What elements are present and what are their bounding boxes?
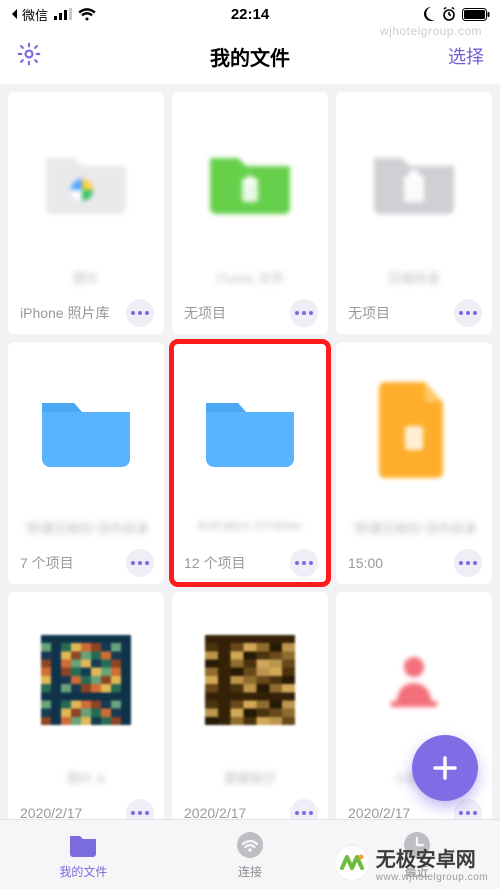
tab-label: 最近 (405, 863, 429, 880)
tile-name: iTunes 文件 (172, 268, 328, 296)
chevron-left-icon (10, 8, 20, 20)
tile-name: 压缩目录 (336, 268, 492, 296)
tile-meta-label: 15:00 (348, 555, 383, 571)
back-app-label: 微信 (22, 5, 48, 24)
file-tile[interactable]: 蒙娜丽莎 2020/2/17 (172, 592, 328, 834)
tab-folder[interactable]: 我的文件 (0, 820, 167, 889)
back-app-indicator[interactable]: 微信 (10, 5, 48, 24)
plus-icon (430, 753, 460, 783)
tile-more-button[interactable] (454, 549, 482, 577)
status-bar: 微信 22:14 (0, 0, 500, 28)
tab-clock[interactable]: 最近 (333, 820, 500, 889)
tile-meta-label: 12 个项目 (184, 553, 245, 573)
tab-bar: 我的文件 连接 最近 (0, 819, 500, 889)
gear-icon (16, 41, 42, 67)
tile-thumbnail (8, 592, 164, 768)
status-time: 22:14 (231, 6, 269, 23)
status-right (422, 7, 490, 21)
tile-meta-row: 无项目 (172, 296, 328, 334)
tile-more-button[interactable] (290, 549, 318, 577)
tile-name: 蒙娜丽莎 (172, 768, 328, 796)
clock-icon (402, 830, 432, 860)
tab-label: 连接 (238, 863, 262, 880)
status-left: 微信 (10, 5, 96, 24)
alarm-icon (442, 7, 456, 21)
tile-thumbnail (336, 592, 492, 768)
add-button[interactable] (412, 735, 478, 801)
tile-meta-row: 12 个项目 (172, 546, 328, 584)
tile-thumbnail (8, 92, 164, 268)
page-title: 我的文件 (210, 42, 290, 71)
wifi-icon (78, 8, 96, 21)
file-tile[interactable]: “新建压缩包”目的目录 7 个项目 (8, 342, 164, 584)
tile-more-button[interactable] (290, 299, 318, 327)
tile-more-button[interactable] (126, 299, 154, 327)
tile-thumbnail (172, 92, 328, 268)
tile-thumbnail (172, 592, 328, 768)
file-tile[interactable]: KnFabcn XYnDen 12 个项目 (172, 342, 328, 584)
tile-name: “新建压缩包”目的目录 (336, 518, 492, 546)
tile-thumbnail (172, 342, 328, 518)
tile-name: 图片 (8, 268, 164, 296)
tile-more-button[interactable] (126, 549, 154, 577)
tile-meta-row: 7 个项目 (8, 546, 164, 584)
tab-wifi[interactable]: 连接 (167, 820, 334, 889)
signal-icon (54, 8, 72, 20)
tab-label: 我的文件 (59, 863, 107, 880)
file-tile[interactable]: 小图标 2020/2/17 (336, 592, 492, 834)
tile-meta-label: 无项目 (184, 303, 226, 323)
folder-icon (68, 830, 98, 860)
tile-thumbnail (8, 342, 164, 518)
tile-name: 图片 A (8, 768, 164, 796)
file-tile[interactable]: iTunes 文件 无项目 (172, 92, 328, 334)
file-grid: 图片 iPhone 照片库 iTunes 文件 无项目 压缩目录 无项目 “新建… (0, 84, 500, 842)
tile-meta-label: 7 个项目 (20, 553, 74, 573)
tile-name: KnFabcn XYnDen (172, 518, 328, 546)
file-tile[interactable]: “新建压缩包”目的目录 15:00 (336, 342, 492, 584)
file-tile[interactable]: 图片 iPhone 照片库 (8, 92, 164, 334)
battery-icon (462, 8, 490, 21)
tile-more-button[interactable] (454, 299, 482, 327)
file-tile[interactable]: 压缩目录 无项目 (336, 92, 492, 334)
select-button[interactable]: 选择 (448, 43, 484, 69)
moon-icon (422, 7, 436, 21)
tile-meta-row: iPhone 照片库 (8, 296, 164, 334)
tile-meta-label: 无项目 (348, 303, 390, 323)
tile-meta-label: iPhone 照片库 (20, 303, 109, 323)
nav-header: 我的文件 选择 (0, 28, 500, 84)
tile-name: “新建压缩包”目的目录 (8, 518, 164, 546)
settings-button[interactable] (16, 41, 42, 72)
tile-thumbnail (336, 342, 492, 518)
tile-meta-row: 无项目 (336, 296, 492, 334)
tile-meta-row: 15:00 (336, 546, 492, 584)
wifi-icon (235, 830, 265, 860)
file-tile[interactable]: 图片 A 2020/2/17 (8, 592, 164, 834)
tile-thumbnail (336, 92, 492, 268)
